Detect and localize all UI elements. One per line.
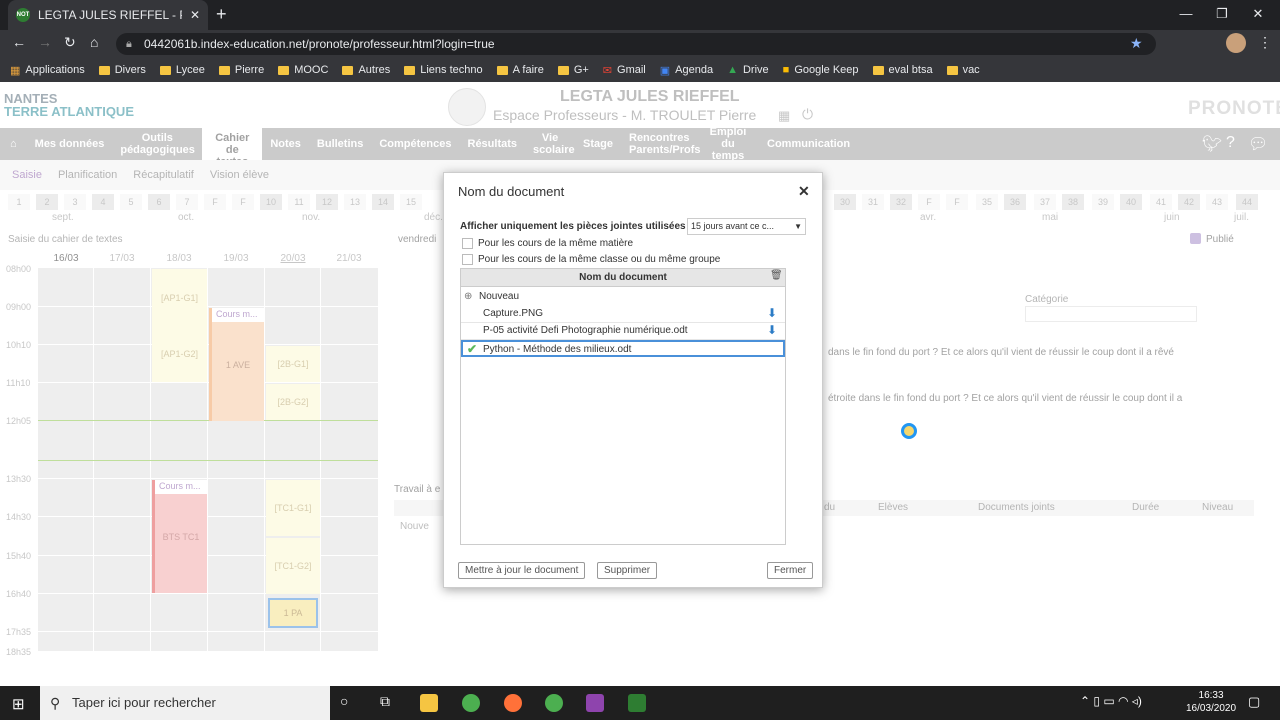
calendar-icon: ▣ — [659, 64, 671, 77]
bookmark-item[interactable]: ✉ Gmail — [603, 64, 646, 77]
folder-icon — [946, 65, 958, 75]
bookmark-item[interactable]: Lycee — [159, 64, 205, 76]
back-icon[interactable]: ← — [12, 34, 26, 50]
table-header: Nom du document — [461, 269, 785, 287]
delete-button[interactable]: Supprimer — [597, 562, 658, 579]
bookmark-star-icon[interactable]: ★ — [1130, 35, 1143, 52]
app-icon[interactable] — [586, 694, 604, 712]
close-button[interactable]: Fermer — [767, 562, 814, 579]
folder-icon — [342, 65, 354, 75]
table-row-selected[interactable]: ✔ Python - Méthode des milieux.odt — [461, 340, 785, 357]
reload-icon[interactable]: ↻ — [64, 34, 76, 51]
download-icon[interactable]: ⬇ — [767, 322, 777, 338]
documents-table: Nom du document ⊕ Nouveau Capture.PNG ⬇ … — [460, 268, 786, 545]
url-text: 0442061b.index-education.net/pronote/pro… — [144, 37, 495, 51]
bookmark-item[interactable]: G+ — [557, 64, 589, 76]
bookmark-item[interactable]: Pierre — [218, 64, 264, 76]
pronote-favicon: NOT — [16, 8, 30, 22]
bookmark-item[interactable]: ■ Google Keep — [783, 64, 859, 76]
bookmark-item[interactable]: eval btsa — [872, 64, 933, 76]
filter-select[interactable]: 15 jours avant ce c... ▼ — [687, 218, 806, 235]
bookmark-item[interactable]: ▣ Agenda — [660, 64, 713, 77]
minimize-icon[interactable]: — — [1166, 6, 1206, 21]
check-icon: ✔ — [467, 342, 478, 356]
bookmark-item[interactable]: Divers — [98, 64, 146, 76]
folder-icon — [872, 65, 884, 75]
trash-icon[interactable]: 🗑︎ — [770, 270, 783, 281]
notification-icon[interactable]: ▢ — [1248, 694, 1260, 710]
bookmark-item[interactable]: vac — [946, 64, 980, 76]
bookmark-apps[interactable]: ▦ Applications — [10, 64, 85, 77]
folder-icon — [278, 65, 290, 75]
table-row[interactable]: P-05 activité Defi Photographie numériqu… — [461, 323, 785, 340]
update-document-button[interactable]: Mettre à jour le document — [458, 562, 586, 579]
bookmark-item[interactable]: MOOC — [278, 64, 328, 76]
same-class-checkbox[interactable] — [462, 254, 473, 265]
folder-icon — [159, 65, 171, 75]
close-icon[interactable]: ✕ — [798, 183, 810, 200]
chevron-down-icon: ▼ — [794, 222, 802, 231]
forward-icon[interactable]: → — [38, 34, 52, 50]
close-window-icon[interactable]: ✕ — [1238, 6, 1278, 22]
close-tab-icon[interactable]: ✕ — [190, 8, 200, 22]
download-icon[interactable]: ⬇ — [767, 305, 777, 321]
same-class-label: Pour les cours de la même classe ou du m… — [478, 254, 721, 265]
bookmarks-bar: ▦ Applications Divers Lycee Pierre MOOC A… — [0, 58, 1280, 82]
url-input[interactable]: 🔒︎ 0442061b.index-education.net/pronote/… — [116, 33, 1156, 55]
taskbar-search[interactable]: ⚲ Taper ici pour rechercher — [40, 686, 330, 720]
search-icon: ⚲ — [50, 695, 61, 711]
bookmark-item[interactable]: ▲ Drive — [727, 64, 769, 76]
new-tab-icon[interactable]: + — [216, 4, 227, 25]
table-row[interactable]: Capture.PNG ⬇ — [461, 306, 785, 323]
drive-icon: ▲ — [727, 64, 738, 76]
folder-icon — [218, 65, 230, 75]
keep-icon: ■ — [782, 64, 790, 76]
task-view-icon[interactable]: ⧉ — [380, 693, 390, 710]
firefox-icon[interactable] — [504, 694, 522, 712]
gmail-icon: ✉ — [602, 64, 613, 77]
cortana-icon[interactable]: ○ — [340, 693, 348, 709]
file-explorer-icon[interactable] — [420, 694, 438, 712]
folder-icon — [98, 65, 110, 75]
windows-start-icon[interactable]: ⊞ — [12, 695, 25, 713]
home-icon[interactable]: ⌂ — [90, 34, 98, 50]
new-document-row[interactable]: ⊕ Nouveau — [461, 289, 785, 306]
filter-label: Afficher uniquement les pièces jointes u… — [460, 221, 686, 232]
apps-grid-icon: ▦ — [10, 64, 21, 77]
bookmark-item[interactable]: A faire — [496, 64, 544, 76]
chrome-icon[interactable] — [462, 694, 480, 712]
dialog-title: Nom du document — [458, 184, 565, 199]
folder-icon — [557, 65, 569, 75]
bookmark-item[interactable]: Autres — [342, 64, 390, 76]
maximize-icon[interactable]: ❐ — [1202, 6, 1242, 22]
same-subject-checkbox[interactable] — [462, 238, 473, 249]
folder-icon — [496, 65, 508, 75]
same-subject-label: Pour les cours de la même matière — [478, 238, 634, 249]
chrome-icon[interactable] — [545, 694, 563, 712]
document-dialog: Nom du document ✕ Afficher uniquement le… — [443, 172, 823, 588]
folder-icon — [404, 65, 416, 75]
add-icon: ⊕ — [464, 291, 473, 302]
menu-dots-icon[interactable]: ⋮ — [1258, 34, 1272, 51]
bookmark-item[interactable]: Liens techno — [404, 64, 483, 76]
tab-title: LEGTA JULES RIEFFEL - PRONOTE — [38, 8, 182, 22]
app-icon[interactable] — [628, 694, 646, 712]
lock-icon: 🔒︎ — [126, 38, 132, 50]
profile-avatar[interactable] — [1226, 33, 1246, 53]
browser-tab[interactable]: NOT LEGTA JULES RIEFFEL - PRONOTE ✕ — [8, 0, 208, 30]
system-tray-icons[interactable]: ⌃ ▯ ▭ ◠ ◃) — [1080, 694, 1142, 708]
taskbar-clock[interactable]: 16:33 16/03/2020 — [1186, 689, 1236, 715]
cursor-indicator — [901, 423, 917, 439]
